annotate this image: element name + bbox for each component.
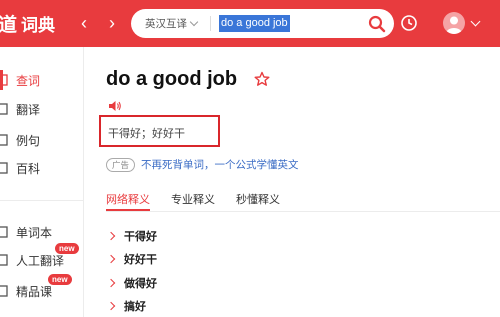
sentence-icon — [0, 134, 8, 146]
search-icon[interactable] — [367, 14, 387, 34]
sidebar-item-translate[interactable]: 翻译 — [0, 96, 83, 122]
sidebar-item-encyclopedia[interactable]: 百科 — [0, 155, 83, 181]
sidebar-item-sentences[interactable]: 例句 — [0, 127, 83, 153]
sidebar-item-wordbook[interactable]: 单词本 — [0, 219, 83, 245]
sidebar-item-label: 单词本 — [16, 225, 53, 240]
account-chevron-icon[interactable] — [470, 16, 481, 27]
language-select[interactable]: 英汉互译 — [145, 16, 199, 31]
definition-text: 好好干 — [124, 254, 157, 266]
top-bar: 道 词典 ‹ › 英汉互译 do a good job — [0, 0, 500, 47]
search-book-icon — [0, 74, 8, 86]
sidebar-item-label: 百科 — [16, 161, 41, 176]
chevron-down-icon — [189, 17, 199, 27]
tab-web-definitions[interactable]: 网络释义 — [106, 193, 150, 211]
headword: do a good job — [106, 68, 238, 90]
definition-text: 干得好 — [124, 231, 157, 243]
speaker-icon[interactable] — [108, 100, 122, 112]
sidebar: 查词 翻译 例句 百科 单词本 人工翻译 new 精品课 new — [0, 47, 84, 317]
sidebar-item-courses[interactable]: 精品课 new — [0, 274, 83, 304]
search-bar: 英汉互译 do a good job — [131, 9, 394, 38]
ad-banner[interactable]: 广告 不再死背单词，一个公式学懂英文 — [106, 157, 299, 172]
tab-quick-definitions[interactable]: 秒懂释义 — [236, 193, 280, 211]
ad-link[interactable]: 不再死背单词，一个公式学懂英文 — [141, 157, 299, 172]
tabs-divider — [106, 211, 500, 212]
avatar[interactable] — [443, 12, 465, 34]
brief-meaning: 干得好；好好干 — [108, 128, 185, 140]
chevron-right-icon — [106, 254, 116, 264]
sidebar-item-label: 例句 — [16, 133, 41, 148]
language-select-label: 英汉互译 — [145, 18, 187, 30]
sidebar-divider — [0, 200, 84, 201]
course-icon — [0, 285, 8, 297]
definition-text: 做得好 — [124, 278, 157, 290]
search-divider — [210, 16, 211, 31]
human-translate-icon — [0, 254, 8, 266]
history-clock-icon[interactable] — [400, 14, 418, 32]
logo-text: 词典 — [21, 15, 56, 36]
sidebar-item-lookup[interactable]: 查词 — [0, 67, 83, 93]
star-icon[interactable] — [254, 71, 270, 87]
tab-professional-definitions[interactable]: 专业释义 — [171, 193, 215, 211]
sidebar-item-human-translation[interactable]: 人工翻译 new — [0, 243, 83, 273]
logo-mark: 道 — [0, 13, 18, 36]
sidebar-item-label: 精品课 — [16, 284, 53, 299]
forward-arrow-icon[interactable]: › — [104, 13, 120, 33]
wordbook-icon — [0, 226, 8, 238]
encyclopedia-icon — [0, 162, 8, 174]
back-arrow-icon[interactable]: ‹ — [76, 13, 92, 33]
ad-badge: 广告 — [106, 157, 136, 172]
chevron-right-icon — [106, 301, 116, 311]
app-logo[interactable]: 道 词典 — [0, 11, 56, 36]
search-query-text: do a good job — [221, 17, 288, 29]
definition-item[interactable]: 做得好 — [106, 275, 157, 291]
user-icon — [446, 16, 462, 34]
definition-tabs: 网络释义 专业释义 秒懂释义 — [106, 193, 301, 211]
chevron-right-icon — [106, 278, 116, 288]
definition-text: 搞好 — [124, 301, 146, 313]
sidebar-item-label: 查词 — [16, 73, 41, 88]
definition-item[interactable]: 好好干 — [106, 251, 157, 267]
new-badge: new — [48, 274, 72, 285]
definition-item[interactable]: 干得好 — [106, 228, 157, 244]
definition-item[interactable]: 搞好 — [106, 298, 146, 314]
sidebar-item-label: 人工翻译 — [16, 253, 65, 268]
translate-icon — [0, 103, 8, 115]
sidebar-item-label: 翻译 — [16, 102, 41, 117]
search-input[interactable]: do a good job — [219, 15, 290, 32]
new-badge: new — [55, 243, 79, 254]
chevron-right-icon — [106, 231, 116, 241]
